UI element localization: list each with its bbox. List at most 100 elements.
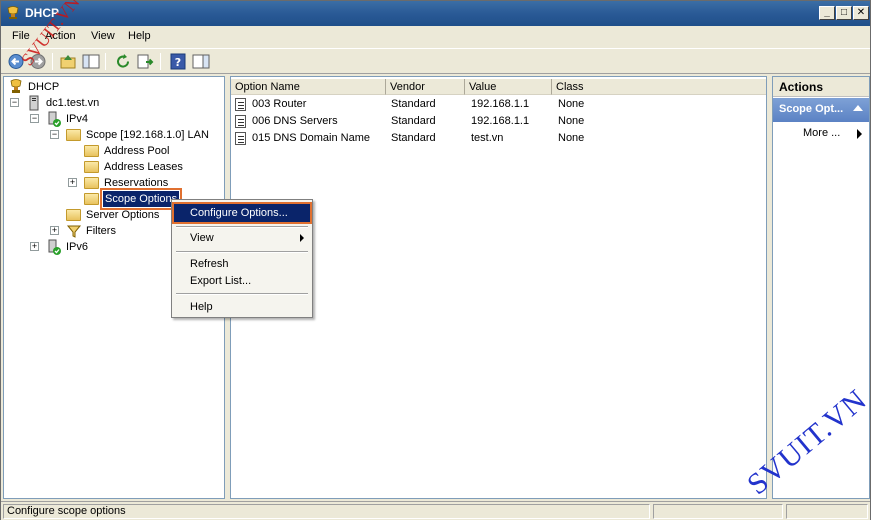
tree-label: Filters bbox=[86, 225, 116, 237]
tree-node-server[interactable]: − dc1.test.vn bbox=[10, 95, 210, 111]
actions-title: Actions bbox=[773, 77, 869, 97]
status-text: Configure scope options bbox=[3, 504, 650, 519]
tree-label: Server Options bbox=[86, 209, 160, 221]
cell-class: None bbox=[558, 98, 585, 110]
status-bar: Configure scope options bbox=[1, 501, 870, 520]
up-folder-icon[interactable] bbox=[58, 52, 78, 71]
tree-label: dc1.test.vn bbox=[46, 97, 100, 109]
option-icon bbox=[235, 115, 246, 128]
column-class[interactable]: Class bbox=[552, 79, 766, 95]
tree-node-scope[interactable]: − Scope [192.168.1.0] LAN bbox=[50, 127, 220, 143]
toolbar: ? bbox=[1, 48, 870, 74]
cell-option-name: 006 DNS Servers bbox=[252, 115, 338, 127]
toolbar-separator bbox=[105, 53, 106, 70]
context-menu: Configure Options... View Refresh Export… bbox=[171, 199, 313, 318]
tree-label: IPv6 bbox=[66, 241, 89, 253]
menu-item-refresh[interactable]: Refresh bbox=[174, 255, 310, 273]
server-icon bbox=[29, 95, 39, 111]
cell-value: 192.168.1.1 bbox=[471, 98, 530, 110]
minimize-button[interactable]: _ bbox=[819, 6, 835, 20]
folder-icon bbox=[66, 129, 81, 141]
folder-options-icon bbox=[84, 193, 99, 205]
show-hide-tree-icon[interactable] bbox=[81, 52, 101, 71]
submenu-arrow-icon bbox=[300, 234, 304, 242]
list-row[interactable]: 015 DNS Domain Name Standard test.vn Non… bbox=[231, 130, 766, 147]
status-panel bbox=[786, 504, 868, 519]
actions-section-label: Scope Opt... bbox=[779, 103, 844, 115]
cell-value: 192.168.1.1 bbox=[471, 115, 530, 127]
column-option-name[interactable]: Option Name bbox=[231, 79, 386, 95]
title-bar[interactable]: DHCP _ □ ✕ bbox=[1, 1, 870, 26]
toolbar-separator bbox=[52, 53, 53, 70]
cell-class: None bbox=[558, 132, 585, 144]
menu-help[interactable]: Help bbox=[128, 30, 151, 42]
maximize-button[interactable]: □ bbox=[836, 6, 852, 20]
collapse-toggle[interactable]: − bbox=[30, 114, 39, 123]
list-row[interactable]: 006 DNS Servers Standard 192.168.1.1 Non… bbox=[231, 113, 766, 130]
svg-text:?: ? bbox=[175, 56, 181, 69]
tree-node-dhcp[interactable]: DHCP bbox=[8, 79, 208, 95]
show-action-pane-icon[interactable] bbox=[191, 52, 211, 71]
tree-label: IPv4 bbox=[66, 113, 89, 125]
cell-option-name: 003 Router bbox=[252, 98, 307, 110]
tree-label: Reservations bbox=[104, 177, 169, 189]
tree-node-address-leases[interactable]: Address Leases bbox=[84, 159, 214, 175]
export-list-icon[interactable] bbox=[135, 52, 155, 71]
mmc-window: DHCP _ □ ✕ File Action View Help ? DHCP … bbox=[0, 0, 871, 520]
tree-node-ipv4[interactable]: − IPv4 bbox=[30, 111, 210, 127]
cell-option-name: 015 DNS Domain Name bbox=[252, 132, 370, 144]
list-row[interactable]: 003 Router Standard 192.168.1.1 None bbox=[231, 96, 766, 113]
cell-class: None bbox=[558, 115, 585, 127]
collapse-up-icon[interactable] bbox=[853, 105, 863, 111]
actions-section-header[interactable]: Scope Opt... bbox=[773, 98, 869, 122]
menu-file[interactable]: File bbox=[12, 30, 30, 42]
column-value[interactable]: Value bbox=[465, 79, 552, 95]
menu-view[interactable]: View bbox=[91, 30, 115, 42]
option-icon bbox=[235, 98, 246, 111]
tree-node-address-pool[interactable]: Address Pool bbox=[84, 143, 214, 159]
ipv6-icon bbox=[48, 239, 61, 255]
tree-label: Address Leases bbox=[104, 161, 183, 173]
status-panel bbox=[653, 504, 783, 519]
cell-value: test.vn bbox=[471, 132, 504, 144]
help-icon[interactable]: ? bbox=[168, 52, 188, 71]
expand-toggle[interactable]: + bbox=[50, 226, 59, 235]
tree-label: Scope Options bbox=[99, 188, 183, 210]
menu-separator bbox=[176, 251, 308, 253]
submenu-arrow-icon bbox=[857, 129, 862, 139]
folder-icon bbox=[84, 177, 99, 189]
close-button[interactable]: ✕ bbox=[853, 6, 869, 20]
folder-clock-icon bbox=[84, 161, 99, 173]
dhcp-app-icon bbox=[7, 6, 19, 19]
menu-item-label: View bbox=[190, 232, 214, 244]
toolbar-separator bbox=[160, 53, 161, 70]
collapse-toggle[interactable]: − bbox=[10, 98, 19, 107]
tree-node-reservations[interactable]: + Reservations bbox=[68, 175, 208, 191]
menu-item-configure-options[interactable]: Configure Options... bbox=[172, 202, 312, 224]
refresh-icon[interactable] bbox=[113, 52, 133, 71]
option-icon bbox=[235, 132, 246, 145]
tree-node-ipv6[interactable]: + IPv6 bbox=[30, 239, 190, 255]
expand-toggle[interactable]: + bbox=[30, 242, 39, 251]
tree-label: Address Pool bbox=[104, 145, 170, 157]
menu-item-export-list[interactable]: Export List... bbox=[174, 272, 310, 290]
list-header: Option Name Vendor Value Class bbox=[231, 79, 766, 95]
collapse-toggle[interactable]: − bbox=[50, 130, 59, 139]
menu-separator bbox=[176, 293, 308, 295]
expand-toggle[interactable]: + bbox=[68, 178, 77, 187]
filter-icon bbox=[66, 225, 82, 238]
cell-vendor: Standard bbox=[391, 115, 436, 127]
more-actions-link[interactable]: More ... bbox=[803, 127, 840, 139]
dhcp-icon bbox=[10, 79, 22, 93]
folder-options-icon bbox=[66, 209, 81, 221]
tree-label: Scope [192.168.1.0] LAN bbox=[86, 129, 209, 141]
cell-vendor: Standard bbox=[391, 132, 436, 144]
menu-item-help[interactable]: Help bbox=[174, 298, 310, 316]
cell-vendor: Standard bbox=[391, 98, 436, 110]
tree-node-filters[interactable]: + Filters bbox=[50, 223, 190, 239]
ipv4-icon bbox=[48, 111, 61, 127]
column-vendor[interactable]: Vendor bbox=[386, 79, 465, 95]
menu-item-view[interactable]: View bbox=[174, 229, 310, 247]
menu-separator bbox=[176, 226, 308, 228]
folder-icon bbox=[84, 145, 99, 157]
